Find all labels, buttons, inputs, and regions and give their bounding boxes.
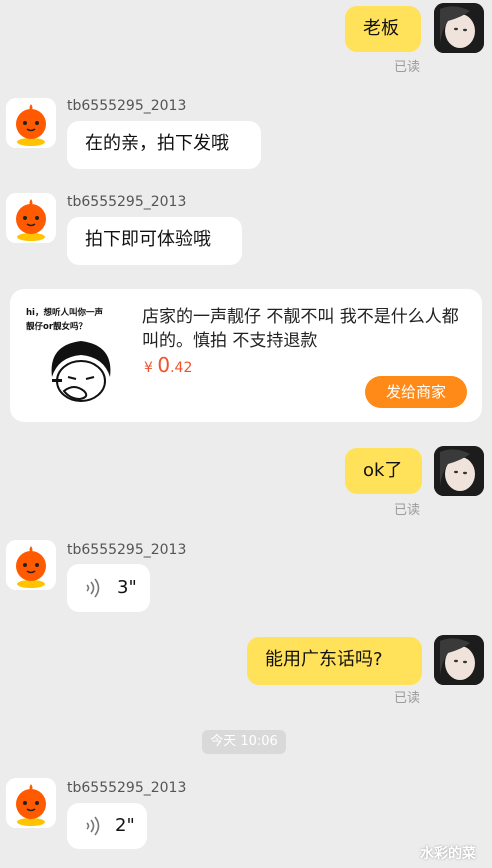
timestamp-divider: 今天 10:06 (202, 730, 286, 754)
voice-wave-icon (86, 578, 100, 598)
seller-avatar[interactable] (6, 540, 56, 590)
outgoing-message-bubble[interactable]: 能用广东话吗? (247, 637, 422, 685)
price-decimal: .42 (170, 360, 193, 376)
message-text: 能用广东话吗? (265, 649, 383, 670)
message-text: 在的亲，拍下发哦 (85, 133, 229, 154)
seller-avatar[interactable] (6, 193, 56, 243)
user-avatar-photo-icon (434, 635, 484, 685)
outgoing-message-bubble[interactable]: 老板 (345, 6, 421, 52)
voice-wave-icon (86, 816, 100, 836)
price-currency: ¥ (144, 360, 153, 376)
seller-avatar[interactable] (6, 778, 56, 828)
product-sticker-image: hi，想听人叫你一声 靓仔or靓女吗？ (26, 307, 136, 407)
watermark-text: 水彩的菜 (420, 846, 476, 862)
voice-message-bubble[interactable]: 2" (67, 803, 147, 849)
sender-name: tb6555295_2013 (67, 194, 187, 210)
user-avatar-photo-icon (434, 3, 484, 53)
seller-mascot-icon (6, 778, 56, 828)
seller-mascot-icon (6, 98, 56, 148)
sender-name: tb6555295_2013 (67, 780, 187, 796)
product-card[interactable]: hi，想听人叫你一声 靓仔or靓女吗？ 店家的一声靓仔 不靓不叫 我不是什么人都… (10, 289, 482, 422)
read-status: 已读 (394, 60, 421, 75)
incoming-message-bubble[interactable]: 在的亲，拍下发哦 (67, 121, 261, 169)
read-status: 已读 (394, 691, 421, 706)
message-text: ok了 (363, 460, 403, 481)
voice-message-bubble[interactable]: 3" (67, 564, 150, 612)
sticker-caption-line1: hi，想听人叫你一声 (26, 308, 103, 318)
sender-name: tb6555295_2013 (67, 542, 187, 558)
price-integer: 0 (157, 353, 171, 377)
sticker-caption-line2: 靓仔or靓女吗？ (26, 322, 88, 332)
user-avatar-photo-icon (434, 446, 484, 496)
send-to-seller-button[interactable]: 发给商家 (365, 376, 467, 408)
message-text: 老板 (363, 18, 399, 39)
read-status: 已读 (394, 503, 421, 518)
outgoing-message-bubble[interactable]: ok了 (345, 448, 422, 494)
voice-duration: 3" (117, 577, 137, 598)
user-avatar[interactable] (434, 446, 484, 496)
product-price: ¥ 0.42 (144, 353, 193, 377)
seller-mascot-icon (6, 540, 56, 590)
message-text: 拍下即可体验哦 (85, 229, 211, 250)
product-title: 店家的一声靓仔 不靓不叫 我不是什么人都叫的。慎拍 不支持退款 (142, 307, 459, 351)
user-avatar[interactable] (434, 3, 484, 53)
sender-name: tb6555295_2013 (67, 98, 187, 114)
meme-face-icon (51, 341, 111, 402)
seller-avatar[interactable] (6, 98, 56, 148)
user-avatar[interactable] (434, 635, 484, 685)
seller-mascot-icon (6, 193, 56, 243)
voice-duration: 2" (115, 815, 135, 836)
incoming-message-bubble[interactable]: 拍下即可体验哦 (67, 217, 242, 265)
